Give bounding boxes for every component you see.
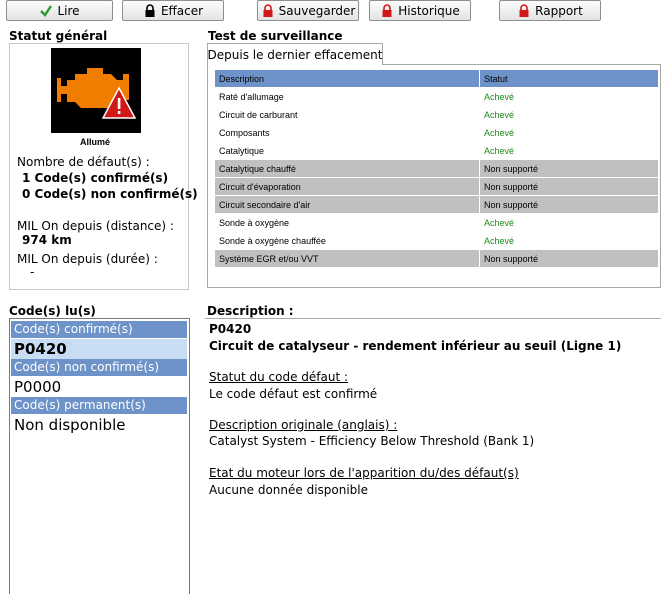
row-status: Non supporté [479,249,659,268]
mil-duration-value: - [30,265,35,279]
permanent-codes-header: Code(s) permanent(s) [11,397,187,414]
report-button[interactable]: Rapport [499,0,601,21]
description-heading: Description : [207,304,294,318]
lock-icon [382,3,392,17]
row-status: Achevé [479,231,659,250]
table-row[interactable]: Catalytique Achevé [214,141,659,160]
row-status: Non supporté [479,159,659,178]
table-row[interactable]: Raté d'allumage Achevé [214,87,659,106]
read-button-label: Lire [57,3,80,18]
row-description: Composants [214,123,480,142]
row-description: Catalytique [214,141,480,160]
check-icon [40,4,53,17]
row-status: Non supporté [479,195,659,214]
unconfirmed-count: 0 Code(s) non confirmé(s) [22,187,198,201]
clear-button-label: Effacer [160,3,204,18]
confirmed-codes-header: Code(s) confirmé(s) [11,321,187,338]
lock-icon [519,3,529,17]
lock-icon [263,3,273,17]
code-status-value: Le code défaut est confirmé [209,387,378,401]
tab-since-last-clear[interactable]: Depuis le dernier effacement [207,43,383,65]
status-heading: Statut général [9,29,108,43]
row-description: Circuit de carburant [214,105,480,124]
row-status: Achevé [479,123,659,142]
row-status: Achevé [479,87,659,106]
original-description-label: Description originale (anglais) : [209,418,398,432]
row-description: Circuit secondaire d'air [214,195,480,214]
row-description: Système EGR et/ou VVT [214,249,480,268]
table-row[interactable]: Sonde à oxygène chauffée Achevé [214,231,659,250]
row-description: Sonde à oxygène [214,213,480,232]
unconfirmed-codes-header: Code(s) non confirmé(s) [11,359,187,376]
engine-state-value: Aucune donnée disponible [209,483,369,497]
original-description-value: Catalyst System - Efficiency Below Thres… [209,434,535,448]
confirmed-code-item[interactable]: P0420 [11,339,187,359]
engine-state-label: Etat du moteur lors de l'apparition du/d… [209,466,519,480]
history-button-label: Historique [398,3,460,18]
row-description: Sonde à oxygène chauffée [214,231,480,250]
row-status: Achevé [479,141,659,160]
table-row[interactable]: Circuit de carburant Achevé [214,105,659,124]
save-button-label: Sauvegarder [278,3,356,18]
monitor-table: Description Statut Raté d'allumage Achev… [214,69,659,268]
permanent-code-item[interactable]: Non disponible [11,415,187,435]
code-status-label: Statut du code défaut : [209,370,349,384]
mil-state: Allumé [80,137,111,147]
clear-button[interactable]: Effacer [122,0,224,21]
table-row[interactable]: Système EGR et/ou VVT Non supporté [214,249,659,268]
row-description: Raté d'allumage [214,87,480,106]
unconfirmed-code-item[interactable]: P0000 [11,377,187,397]
mil-distance-value: 974 km [22,233,72,247]
column-header-status[interactable]: Statut [479,69,659,88]
lock-icon [145,3,155,17]
mil-duration-label: MIL On depuis (durée) : [17,252,158,266]
history-button[interactable]: Historique [369,0,471,21]
mil-distance-label: MIL On depuis (distance) : [17,219,174,233]
description-title: Circuit de catalyseur - rendement inféri… [209,339,622,353]
description-code: P0420 [209,322,252,336]
table-row[interactable]: Composants Achevé [214,123,659,142]
column-header-description[interactable]: Description [214,69,480,88]
table-row[interactable]: Sonde à oxygène Achevé [214,213,659,232]
fault-count-label: Nombre de défaut(s) : [17,155,150,169]
row-description: Catalytique chauffé [214,159,480,178]
report-button-label: Rapport [535,3,583,18]
table-row[interactable]: Circuit d'évaporation Non supporté [214,177,659,196]
check-engine-warning-icon [51,48,141,133]
monitor-heading: Test de surveillance [208,29,343,43]
save-button[interactable]: Sauvegarder [257,0,359,21]
description-divider [205,318,661,319]
read-button[interactable]: Lire [6,0,113,21]
table-row[interactable]: Circuit secondaire d'air Non supporté [214,195,659,214]
confirmed-count: 1 Code(s) confirmé(s) [22,171,169,185]
codes-heading: Code(s) lu(s) [9,304,96,318]
row-status: Achevé [479,105,659,124]
row-status: Achevé [479,213,659,232]
row-description: Circuit d'évaporation [214,177,480,196]
row-status: Non supporté [479,177,659,196]
table-row[interactable]: Catalytique chauffé Non supporté [214,159,659,178]
monitor-table-header: Description Statut [214,69,659,88]
